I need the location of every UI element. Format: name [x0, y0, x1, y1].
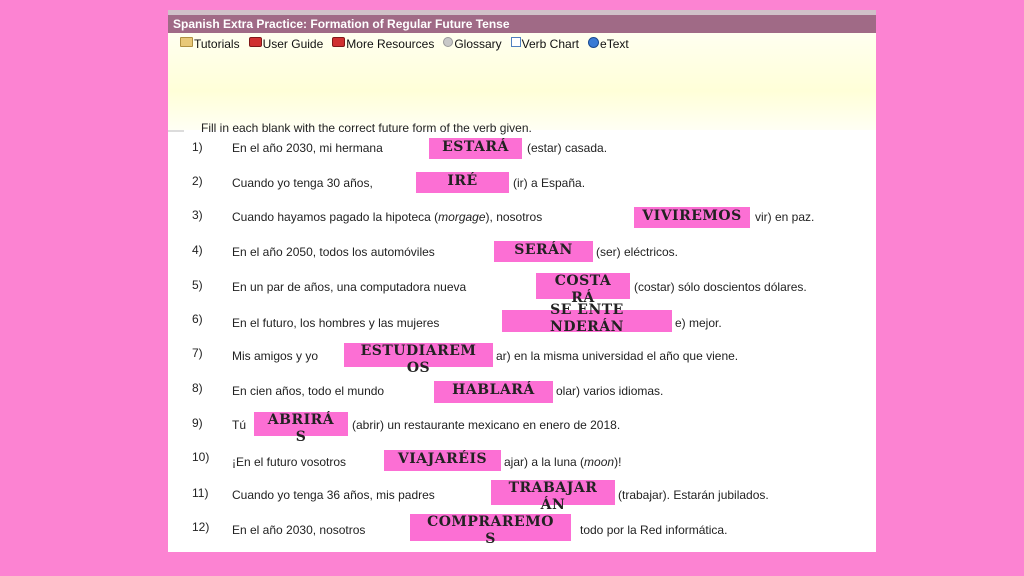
question-text-after: ajar) a la luna (moon)! [504, 455, 622, 469]
question-text-after: vir) en paz. [755, 210, 815, 224]
question-text-before: Tú [232, 418, 247, 432]
question-text-before: En el futuro, los hombres y las mujeres [232, 316, 440, 330]
briefcase-icon [332, 37, 346, 47]
question-text-before: ¡En el futuro vosotros [232, 455, 347, 469]
question-number: 1) [192, 140, 203, 154]
question-text-before: En el año 2030, nosotros [232, 523, 366, 537]
menu-label: eText [600, 37, 629, 51]
question-text-after: (trabajar). Estarán jubilados. [618, 488, 769, 502]
circle-icon [443, 37, 454, 47]
question-text-after: (abrir) un restaurante mexicano en enero… [352, 418, 621, 432]
question-number: 5) [192, 278, 203, 292]
answer-field[interactable]: HABLARÁ [434, 381, 553, 403]
question-text-after: ar) en la misma universidad el año que v… [496, 349, 739, 363]
answer-text: HABLARÁ [452, 382, 535, 398]
answer-field[interactable]: SERÁN [494, 241, 593, 262]
answer-text: SE ENTENDERÁN [550, 302, 624, 335]
question-text-before: Cuando hayamos pagado la hipoteca (morga… [232, 210, 543, 224]
globe-icon [588, 36, 600, 48]
question-text-before: Cuando yo tenga 30 años, [232, 176, 373, 190]
answer-field[interactable]: COSTARÁ [536, 273, 630, 306]
menu-etext[interactable]: eText [588, 36, 629, 52]
question-text-before: Cuando yo tenga 36 años, mis padres [232, 488, 435, 502]
question-text-after: (estar) casada. [527, 141, 608, 155]
answer-field[interactable]: ABRIRÁS [254, 412, 348, 445]
menu-label: User Guide [262, 37, 324, 51]
question-text-before: Mis amigos y yo [232, 349, 319, 363]
question-text-before: En cien años, todo el mundo [232, 384, 385, 398]
menu-glossary[interactable]: Glossary [443, 36, 502, 52]
answer-text: ESTARÁ [442, 139, 509, 155]
question-number: 12) [192, 520, 210, 534]
question-text-before: En un par de años, una computadora nueva [232, 280, 467, 294]
menu-label: Glossary [454, 37, 502, 51]
question-number: 9) [192, 416, 203, 430]
question-text-after: olar) varios idiomas. [556, 384, 664, 398]
menu-tutorials[interactable]: Tutorials [180, 36, 240, 52]
answer-text: ABRIRÁS [267, 412, 335, 445]
question-number: 3) [192, 208, 203, 222]
menu-verb-chart[interactable]: Verb Chart [510, 36, 580, 52]
menu-label: Verb Chart [521, 37, 580, 51]
question-text-after: (ir) a España. [513, 176, 586, 190]
answer-field[interactable]: ESTARÁ [429, 138, 522, 159]
question-text-before: En el año 2050, todos los automóviles [232, 245, 435, 259]
menu-label: Tutorials [194, 37, 240, 51]
answer-text: VIVIREMOS [642, 208, 742, 224]
question-number: 11) [192, 486, 209, 500]
answer-text: COMPRAREMOS [427, 514, 554, 547]
question-text-after: (costar) sólo doscientos dólares. [634, 280, 807, 294]
answer-field[interactable]: VIVIREMOS [634, 207, 750, 228]
answer-text: IRÉ [447, 173, 478, 189]
divider [168, 130, 184, 132]
question-number: 4) [192, 243, 203, 257]
menu-label: More Resources [346, 37, 435, 51]
window-title: Spanish Extra Practice: Formation of Reg… [168, 10, 876, 33]
menu-bar: Tutorials User Guide More Resources Glos… [180, 36, 638, 52]
question-number: 10) [192, 450, 210, 464]
menu-more-resources[interactable]: More Resources [332, 36, 434, 52]
answer-field[interactable]: TRABAJARÁN [491, 480, 615, 513]
instructions: Fill in each blank with the correct futu… [201, 121, 532, 135]
answer-field[interactable]: IRÉ [416, 172, 509, 193]
question-text-before: En el año 2030, mi hermana [232, 141, 383, 155]
answer-field[interactable]: SE ENTENDERÁN [502, 302, 672, 335]
menu-user-guide[interactable]: User Guide [248, 36, 324, 52]
answer-text: VIAJARÉIS [397, 451, 488, 467]
folder-icon [180, 37, 193, 47]
briefcase-icon [248, 37, 262, 47]
answer-text: ESTUDIAREMOS [360, 343, 477, 376]
question-number: 6) [192, 312, 203, 326]
answer-field[interactable]: COMPRAREMOS [410, 514, 571, 547]
question-text-after: (ser) eléctricos. [596, 245, 679, 259]
answer-text: SERÁN [514, 242, 573, 258]
question-number: 2) [192, 174, 203, 188]
question-text-after: todo por la Red informática. [580, 523, 728, 537]
answer-text: TRABAJARÁN [508, 480, 598, 513]
app-window: Spanish Extra Practice: Formation of Reg… [168, 10, 876, 552]
question-text-after: e) mejor. [675, 316, 722, 330]
question-number: 7) [192, 346, 203, 360]
answer-field[interactable]: VIAJARÉIS [384, 450, 501, 471]
answer-field[interactable]: ESTUDIAREMOS [344, 343, 493, 376]
question-number: 8) [192, 381, 203, 395]
chart-icon [510, 37, 521, 47]
